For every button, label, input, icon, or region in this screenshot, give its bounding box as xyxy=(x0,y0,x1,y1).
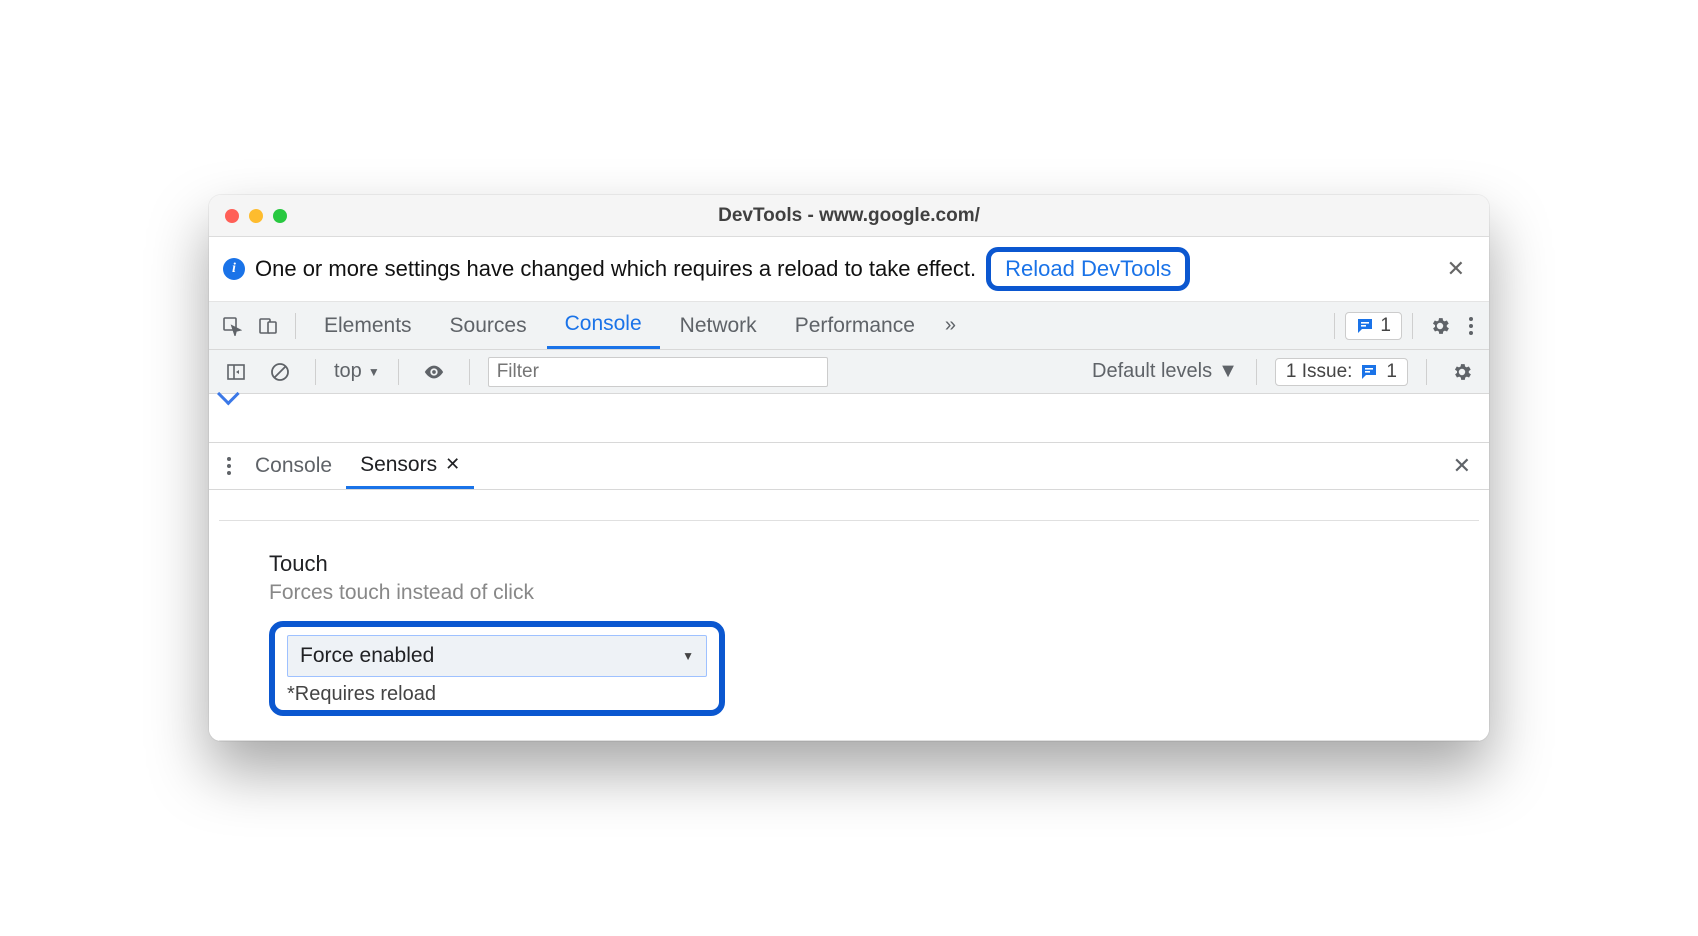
setting-title: Touch xyxy=(269,551,1429,577)
touch-mode-select[interactable]: Force enabled ▼ xyxy=(287,635,707,677)
main-toolbar: Elements Sources Console Network Perform… xyxy=(209,302,1489,350)
requires-reload-note: *Requires reload xyxy=(287,683,707,706)
window-title: DevTools - www.google.com/ xyxy=(209,205,1489,227)
levels-label: Default levels xyxy=(1092,360,1212,383)
console-settings-gear-icon[interactable] xyxy=(1445,355,1479,389)
close-tab-icon[interactable]: ✕ xyxy=(445,454,460,475)
context-selector[interactable]: top ▼ xyxy=(334,360,380,383)
titlebar: DevTools - www.google.com/ xyxy=(209,195,1489,237)
sensors-panel: Touch Forces touch instead of click Forc… xyxy=(209,521,1489,740)
setting-description: Forces touch instead of click xyxy=(269,581,1429,605)
drawer-kebab-menu-icon[interactable] xyxy=(217,457,241,475)
separator xyxy=(398,359,399,385)
console-output xyxy=(209,394,1489,442)
separator xyxy=(295,313,296,339)
tab-console[interactable]: Console xyxy=(547,302,660,349)
device-toolbar-icon[interactable] xyxy=(251,309,285,343)
issues-pill[interactable]: 1 Issue: 1 xyxy=(1275,358,1408,386)
separator xyxy=(315,359,316,385)
tab-performance[interactable]: Performance xyxy=(777,302,933,349)
drawer-tab-label: Sensors xyxy=(360,453,437,477)
maximize-window-button[interactable] xyxy=(273,209,287,223)
close-window-button[interactable] xyxy=(225,209,239,223)
issues-counter[interactable]: 1 xyxy=(1345,312,1402,340)
separator xyxy=(1426,359,1427,385)
issues-label: 1 Issue: xyxy=(1286,361,1353,383)
live-expression-icon[interactable] xyxy=(417,355,451,389)
console-toolbar: top ▼ Default levels ▼ 1 Issue: 1 xyxy=(209,350,1489,394)
settings-gear-icon[interactable] xyxy=(1423,309,1457,343)
drawer-tabbar: Console Sensors ✕ ✕ xyxy=(209,442,1489,490)
divider xyxy=(219,740,1479,741)
console-filter-input[interactable] xyxy=(488,357,828,387)
separator xyxy=(1256,359,1257,385)
minimize-window-button[interactable] xyxy=(249,209,263,223)
info-message: One or more settings have changed which … xyxy=(255,256,976,282)
tab-network[interactable]: Network xyxy=(662,302,775,349)
reload-info-bar: i One or more settings have changed whic… xyxy=(209,237,1489,302)
tab-elements[interactable]: Elements xyxy=(306,302,430,349)
separator xyxy=(1412,313,1413,339)
inspect-element-icon[interactable] xyxy=(215,309,249,343)
info-icon: i xyxy=(223,258,245,280)
kebab-menu-icon[interactable] xyxy=(1459,317,1483,335)
more-tabs-button[interactable]: » xyxy=(935,314,966,337)
message-icon xyxy=(1360,363,1378,381)
clear-console-icon[interactable] xyxy=(263,355,297,389)
traffic-lights xyxy=(225,209,287,223)
context-label: top xyxy=(334,360,362,383)
drawer-tab-sensors[interactable]: Sensors ✕ xyxy=(346,443,474,489)
log-levels-selector[interactable]: Default levels ▼ xyxy=(1092,360,1238,383)
dismiss-infobar-button[interactable]: ✕ xyxy=(1437,252,1475,286)
dropdown-arrow-icon: ▼ xyxy=(682,649,694,663)
issues-count: 1 xyxy=(1380,315,1391,337)
dropdown-arrow-icon: ▼ xyxy=(1218,360,1238,383)
dropdown-arrow-icon: ▼ xyxy=(368,365,380,379)
separator xyxy=(469,359,470,385)
console-sidebar-toggle-icon[interactable] xyxy=(219,355,253,389)
message-icon xyxy=(1356,317,1374,335)
select-value: Force enabled xyxy=(300,644,434,668)
drawer-tab-label: Console xyxy=(255,454,332,478)
reload-devtools-button[interactable]: Reload DevTools xyxy=(986,247,1190,291)
devtools-window: DevTools - www.google.com/ i One or more… xyxy=(209,195,1489,741)
issues-count: 1 xyxy=(1386,361,1397,383)
separator xyxy=(1334,313,1335,339)
close-drawer-button[interactable]: ✕ xyxy=(1443,449,1481,483)
drawer-tab-console[interactable]: Console xyxy=(241,443,346,489)
highlighted-setting: Force enabled ▼ *Requires reload xyxy=(269,621,725,716)
tab-sources[interactable]: Sources xyxy=(432,302,545,349)
